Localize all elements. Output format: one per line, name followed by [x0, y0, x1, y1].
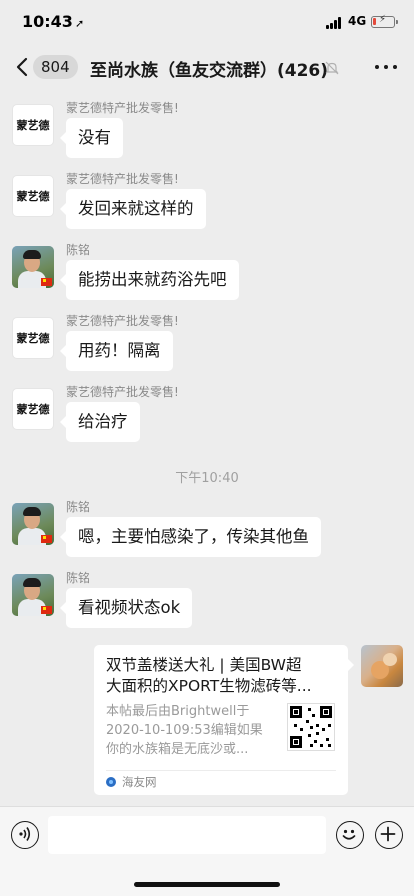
- location-icon: ➚: [74, 17, 85, 30]
- sender-name: 蒙艺德特产批发零售!: [66, 101, 179, 115]
- back-unread-count[interactable]: 804: [33, 55, 78, 79]
- avatar[interactable]: [12, 574, 54, 616]
- battery-icon: ⚡: [371, 14, 398, 28]
- link-card[interactable]: 双节盖楼送大礼 | 美国BW超 大面积的XPORT生物滤砖等... 本帖最后由B…: [94, 645, 354, 795]
- back-chevron-icon[interactable]: [14, 57, 30, 77]
- message-bubble[interactable]: 嗯，主要怕感染了，传染其他鱼: [60, 517, 321, 557]
- my-avatar[interactable]: [361, 645, 403, 687]
- plus-icon[interactable]: [375, 821, 403, 849]
- message-bubble[interactable]: 能捞出来就药浴先吧: [60, 260, 239, 300]
- message-bubble[interactable]: 没有: [60, 118, 123, 158]
- avatar[interactable]: 蒙艺德: [12, 317, 54, 359]
- status-time: 10:43 ➚: [22, 12, 84, 31]
- battery-level: [373, 18, 376, 25]
- sender-name: 陈铭: [66, 571, 91, 585]
- status-bar: 10:43 ➚ 4G ⚡: [0, 0, 414, 44]
- link-card-description: 本帖最后由Brightwell于 2020-10-109:53编辑如果 你的水族…: [106, 704, 263, 757]
- avatar[interactable]: 蒙艺德: [12, 175, 54, 217]
- emoji-icon[interactable]: [336, 821, 364, 849]
- avatar[interactable]: 蒙艺德: [12, 104, 54, 146]
- more-dots-icon[interactable]: [375, 65, 397, 71]
- bell-off-icon: [325, 61, 339, 75]
- chat-title: 至尚水族（鱼友交流群）(426): [90, 61, 329, 81]
- link-card-divider: [106, 770, 336, 771]
- source-app-icon: [106, 777, 116, 787]
- message-bubble[interactable]: 给治疗: [60, 402, 140, 442]
- signal-icon: [326, 17, 344, 29]
- avatar[interactable]: [12, 503, 54, 545]
- sender-name: 陈铭: [66, 500, 91, 514]
- sender-name: 蒙艺德特产批发零售!: [66, 314, 179, 328]
- link-card-source: 海友网: [106, 774, 157, 790]
- clock-text: 10:43: [22, 12, 73, 31]
- link-card-title: 双节盖楼送大礼 | 美国BW超 大面积的XPORT生物滤砖等...: [106, 656, 312, 695]
- network-type: 4G: [348, 14, 367, 28]
- sender-name: 陈铭: [66, 243, 91, 257]
- time-divider: 下午10:40: [175, 471, 239, 486]
- charging-icon: ⚡: [379, 14, 387, 25]
- sender-name: 蒙艺德特产批发零售!: [66, 172, 179, 186]
- message-bubble[interactable]: 发回来就这样的: [60, 189, 206, 229]
- message-bubble[interactable]: 用药！隔离: [60, 331, 173, 371]
- chat-header: 804 至尚水族（鱼友交流群）(426): [0, 44, 414, 90]
- sender-name: 蒙艺德特产批发零售!: [66, 385, 179, 399]
- avatar[interactable]: [12, 246, 54, 288]
- avatar[interactable]: 蒙艺德: [12, 388, 54, 430]
- message-input[interactable]: [48, 816, 326, 854]
- message-bubble[interactable]: 看视频状态ok: [59, 588, 193, 628]
- qr-code-thumbnail: [287, 703, 335, 751]
- voice-icon[interactable]: [11, 821, 39, 849]
- home-indicator[interactable]: [134, 882, 280, 887]
